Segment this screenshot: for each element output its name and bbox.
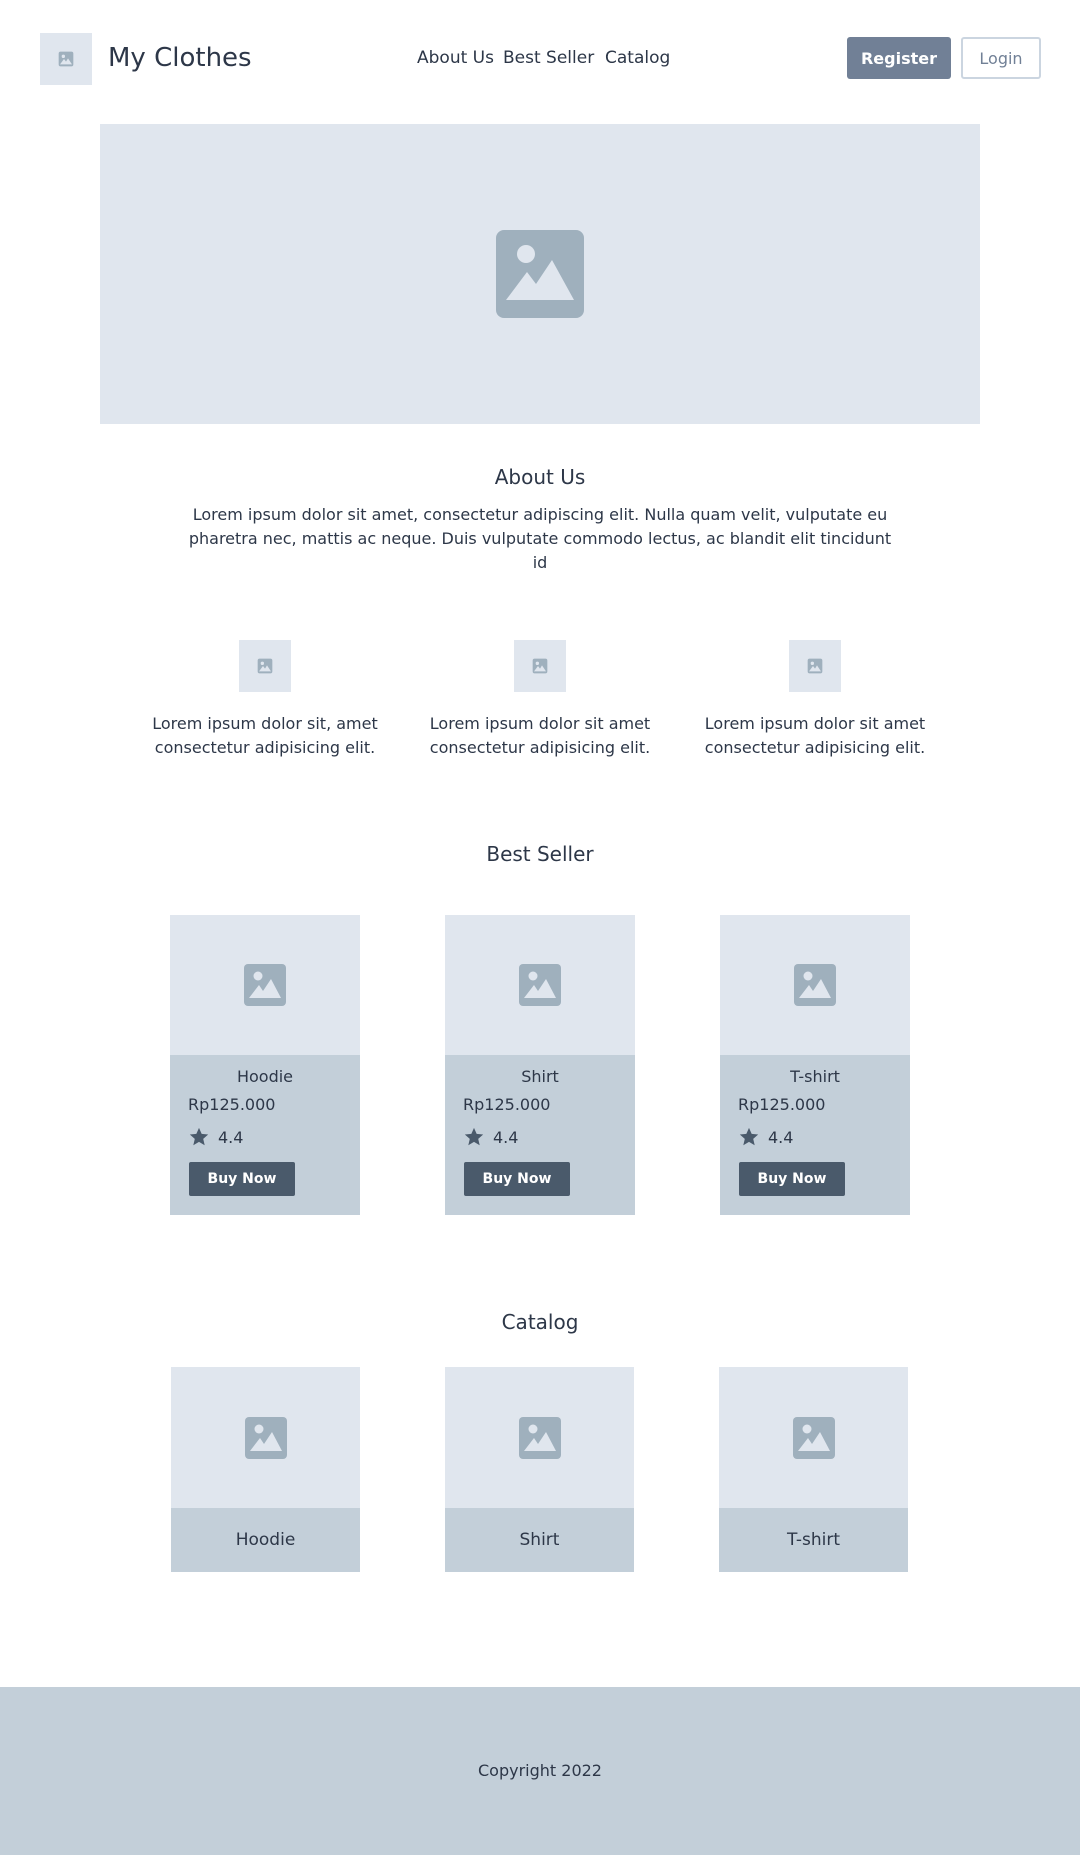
image-icon xyxy=(518,1416,561,1459)
feature-image-1 xyxy=(239,640,291,692)
hero-image xyxy=(100,124,980,424)
image-icon xyxy=(244,964,286,1006)
product-image xyxy=(445,915,635,1055)
product-name: Shirt xyxy=(521,1067,559,1086)
star-icon xyxy=(739,1127,759,1146)
about-title: About Us xyxy=(494,465,586,489)
catalog-image xyxy=(719,1367,908,1508)
image-icon xyxy=(244,1416,287,1459)
image-icon xyxy=(532,658,548,674)
rating-value: 4.4 xyxy=(768,1127,794,1147)
product-card-hoodie: Hoodie Rp125.000 4.4 Buy Now xyxy=(170,915,360,1215)
catalog-item-tshirt[interactable]: T-shirt xyxy=(719,1367,908,1572)
image-icon xyxy=(519,964,561,1006)
logo-image-icon xyxy=(58,51,74,67)
catalog-item-name: Shirt xyxy=(519,1530,560,1550)
feature-image-3 xyxy=(789,640,841,692)
nav-catalog[interactable]: Catalog xyxy=(605,46,670,70)
catalog-item-shirt[interactable]: Shirt xyxy=(445,1367,634,1572)
product-price: Rp125.000 xyxy=(738,1095,826,1114)
product-image xyxy=(170,915,360,1055)
nav-best-seller[interactable]: Best Seller xyxy=(503,46,594,70)
best-seller-title: Best Seller xyxy=(486,842,594,866)
buy-now-button[interactable]: Buy Now xyxy=(739,1162,845,1196)
catalog-image xyxy=(171,1367,360,1508)
feature-image-2 xyxy=(514,640,566,692)
feature-text-2: Lorem ipsum dolor sit amet consectetur a… xyxy=(429,714,651,757)
product-name: Hoodie xyxy=(236,1067,294,1086)
product-image xyxy=(720,915,910,1055)
nav-about-us[interactable]: About Us xyxy=(417,46,494,70)
rating-value: 4.4 xyxy=(218,1127,244,1147)
product-rating: 4.4 xyxy=(738,1126,793,1148)
brand-name[interactable]: My Clothes xyxy=(108,40,252,76)
product-price: Rp125.000 xyxy=(463,1095,551,1114)
logo[interactable] xyxy=(40,33,92,85)
image-icon xyxy=(257,658,273,674)
buy-now-button[interactable]: Buy Now xyxy=(189,1162,295,1196)
feature-text-3: Lorem ipsum dolor sit amet consectetur a… xyxy=(704,714,926,757)
product-card-tshirt: T-shirt Rp125.000 4.4 Buy Now xyxy=(720,915,910,1215)
rating-value: 4.4 xyxy=(493,1127,519,1147)
star-icon xyxy=(189,1127,209,1146)
image-icon xyxy=(794,964,836,1006)
hero-image-icon xyxy=(496,230,584,318)
feature-text-1: Lorem ipsum dolor sit, amet consectetur … xyxy=(152,714,378,757)
catalog-item-hoodie[interactable]: Hoodie xyxy=(171,1367,360,1572)
product-price: Rp125.000 xyxy=(188,1095,276,1114)
product-rating: 4.4 xyxy=(188,1126,243,1148)
register-button[interactable]: Register xyxy=(847,37,951,79)
image-icon xyxy=(807,658,823,674)
about-text: Lorem ipsum dolor sit amet, consectetur … xyxy=(188,505,892,572)
image-icon xyxy=(792,1416,835,1459)
product-name: T-shirt xyxy=(790,1067,840,1086)
buy-now-button[interactable]: Buy Now xyxy=(464,1162,570,1196)
catalog-title: Catalog xyxy=(501,1310,579,1334)
footer: Copyright 2022 xyxy=(0,1687,1080,1855)
login-button[interactable]: Login xyxy=(961,37,1041,79)
product-card-shirt: Shirt Rp125.000 4.4 Buy Now xyxy=(445,915,635,1215)
catalog-image xyxy=(445,1367,634,1508)
copyright-text: Copyright 2022 xyxy=(478,1761,602,1780)
catalog-item-name: Hoodie xyxy=(235,1530,296,1550)
star-icon xyxy=(464,1127,484,1146)
catalog-item-name: T-shirt xyxy=(787,1530,840,1550)
product-rating: 4.4 xyxy=(463,1126,518,1148)
